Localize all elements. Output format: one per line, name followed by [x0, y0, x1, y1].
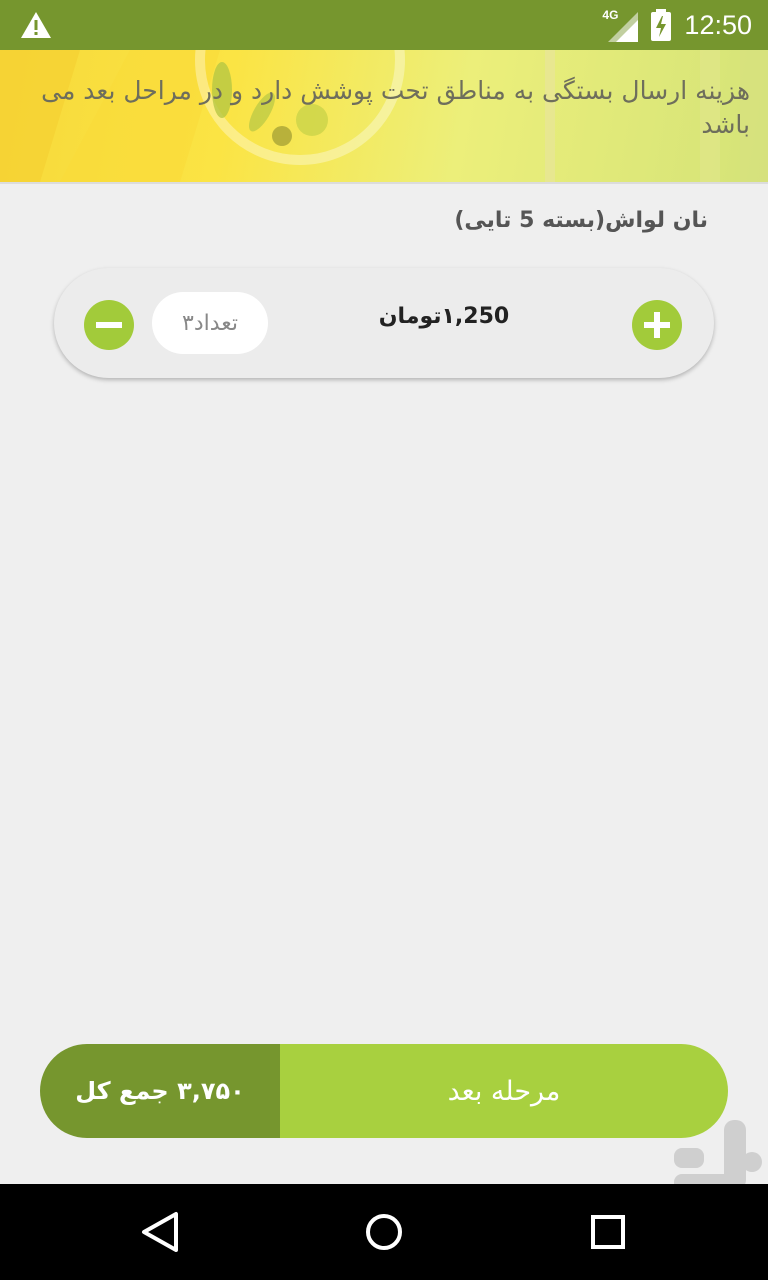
- recents-icon[interactable]: [578, 1202, 638, 1262]
- checkout-bar: ۳,۷۵۰ جمع کل مرحله بعد: [40, 1044, 728, 1138]
- minus-icon: [96, 322, 122, 328]
- warning-icon: [21, 12, 51, 38]
- banner-divider: [0, 182, 768, 184]
- increase-quantity-button[interactable]: [632, 300, 682, 350]
- decrease-quantity-button[interactable]: [84, 300, 134, 350]
- signal-icon: 4G: [602, 8, 639, 42]
- plus-icon: [644, 312, 670, 338]
- banner-text: هزینه ارسال بستگی به مناطق تحت پوشش دارد…: [41, 76, 750, 139]
- product-price: ۱,250تومان: [378, 304, 510, 329]
- network-type: 4G: [602, 8, 619, 22]
- next-step-button[interactable]: مرحله بعد: [280, 1044, 728, 1138]
- product-title: نان لواش(بسته 5 تایی): [454, 208, 708, 233]
- product-card: تعداد۳ ۱,250تومان: [54, 268, 714, 378]
- clock: 12:50: [684, 9, 752, 40]
- system-navigation-bar: [0, 1184, 768, 1280]
- status-right-group: 4G 12:50: [602, 0, 752, 50]
- quantity-display: تعداد۳: [152, 292, 268, 354]
- battery-charging-icon: [651, 9, 672, 41]
- home-icon[interactable]: [354, 1202, 414, 1262]
- total-amount: ۳,۷۵۰ جمع کل: [40, 1044, 280, 1138]
- status-bar: 4G 12:50: [0, 0, 768, 50]
- shipping-info-banner: هزینه ارسال بستگی به مناطق تحت پوشش دارد…: [0, 50, 768, 182]
- back-icon[interactable]: [130, 1202, 190, 1262]
